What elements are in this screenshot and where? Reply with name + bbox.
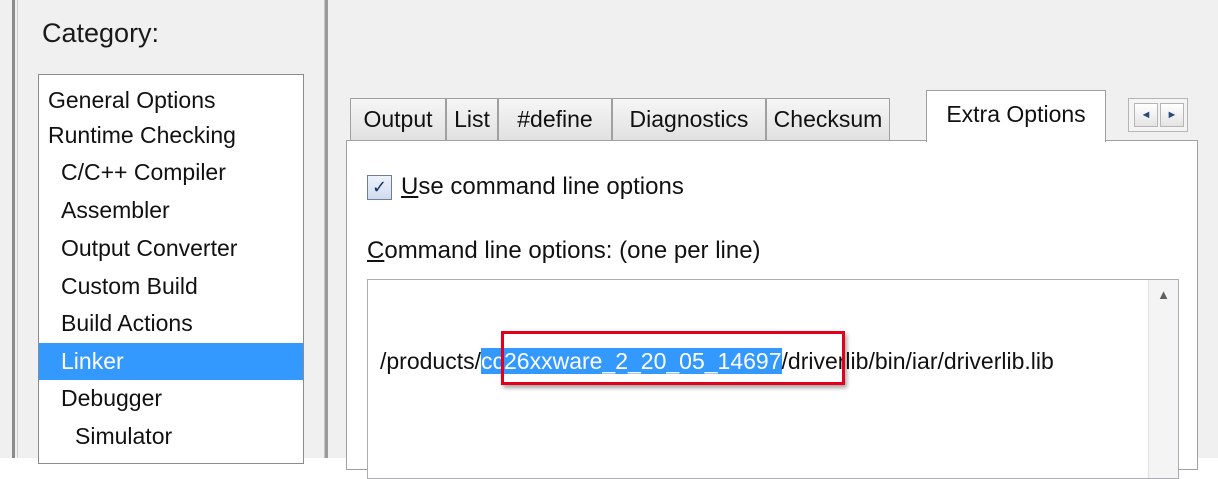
options-pane: Output List #define Diagnostics Checksum Extr… (328, 0, 1218, 479)
category-item[interactable]: Output Converter (39, 230, 303, 267)
category-item[interactable]: Debugger (39, 380, 303, 417)
use-command-line-label[interactable]: Use command line options (401, 173, 684, 201)
frame-groove (12, 0, 15, 458)
use-command-line-checkbox[interactable]: ✓ (367, 175, 392, 200)
window-frame-left (0, 0, 18, 458)
category-item[interactable]: Linker (39, 343, 303, 380)
textarea-scrollbar[interactable]: ▲ (1148, 280, 1178, 478)
command-line-text: /products/cc26xxware_2_20_05_14697/drive… (380, 348, 1054, 374)
category-item[interactable]: Simulator (39, 418, 303, 455)
category-item[interactable]: Build Actions (39, 305, 303, 342)
category-item[interactable]: General Options (39, 82, 303, 119)
command-line-options-label: Command line options: (one per line) (367, 237, 761, 264)
command-line-textarea[interactable]: /products/cc26xxware_2_20_05_14697/drive… (367, 279, 1179, 479)
tab-scroll-buttons: ◄ ► (1128, 98, 1188, 132)
selected-text: cc26xxware_2_20_05_14697 (481, 348, 782, 374)
tab-extra-options[interactable]: Extra Options (926, 90, 1106, 142)
checkmark-icon: ✓ (371, 177, 388, 197)
category-item[interactable]: Runtime Checking (39, 117, 303, 154)
tab-scroll-left-icon[interactable]: ◄ (1134, 103, 1158, 127)
category-item[interactable]: Custom Build (39, 268, 303, 305)
tab-scroll-right-icon[interactable]: ► (1160, 103, 1184, 127)
scroll-up-icon[interactable]: ▲ (1149, 280, 1178, 310)
category-title: Category: (42, 18, 160, 48)
category-list[interactable]: General Options Runtime Checking C/C++ Com… (38, 74, 304, 464)
tab-output[interactable]: Output (350, 98, 446, 140)
tab-diagnostics[interactable]: Diagnostics (612, 98, 766, 140)
tab-checksum[interactable]: Checksum (766, 98, 890, 140)
category-item[interactable]: C/C++ Compiler (39, 154, 303, 191)
extra-options-panel: ✓ Use command line options Command line … (346, 140, 1198, 479)
category-item[interactable]: Assembler (39, 192, 303, 229)
tab-list[interactable]: List (446, 98, 498, 140)
tab-define[interactable]: #define (498, 98, 612, 140)
